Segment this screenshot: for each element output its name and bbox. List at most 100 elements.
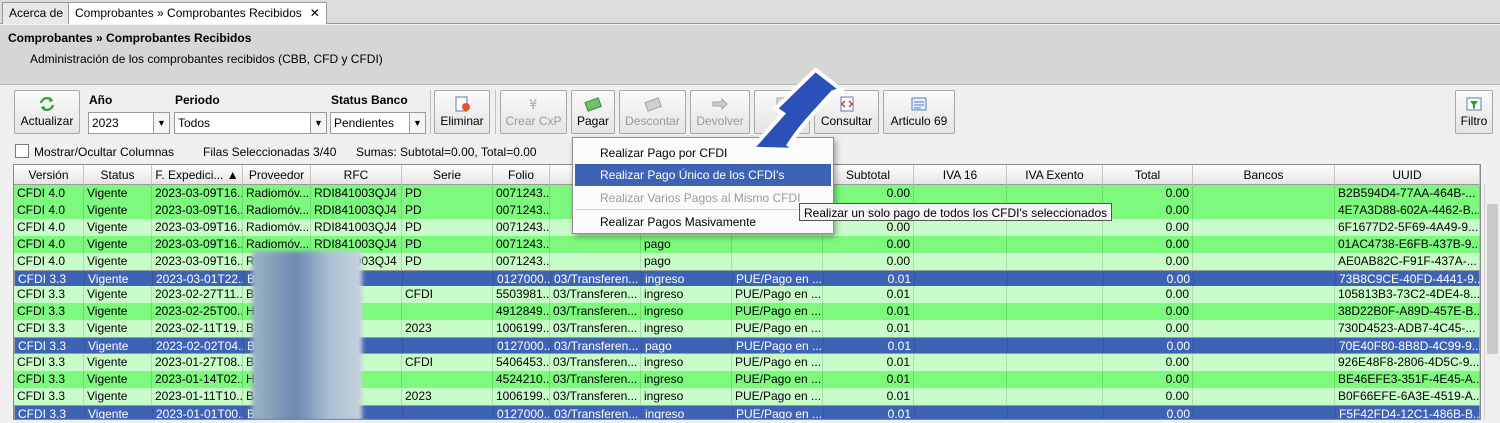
tab-comprobantes-recibidos[interactable]: Comprobantes » Comprobantes Recibidos ✕ [68, 2, 327, 24]
cell-total: 0.00 [1103, 303, 1193, 321]
cell-serie [403, 405, 494, 419]
table-row[interactable]: CFDI 3.3Vigente2023-01-11T10...B09632023… [14, 387, 1480, 405]
discount-icon [643, 97, 662, 112]
cell-subtotal: 0.01 [824, 405, 915, 419]
cell-serie: PD [402, 185, 493, 202]
cell-total: 0.00 [1103, 286, 1193, 304]
column-header-proveedor[interactable]: Proveedor [243, 165, 311, 185]
cell-forma-pago: 03/Transferen... [550, 354, 641, 371]
cell-metodo-pago: PUE/Pago en ... [733, 338, 824, 356]
cell-serie: PD [402, 218, 493, 236]
eliminar-button[interactable]: Eliminar [434, 90, 490, 134]
cell-tipo: pago [641, 235, 732, 253]
column-header-subtotal[interactable]: Subtotal [823, 165, 914, 185]
cell-uuid: B0F66EFE-6A3E-4519-A... [1335, 387, 1480, 405]
sort-ascending-icon: ▲ [226, 168, 239, 182]
cell-status: Vigente [84, 235, 152, 253]
cell-status: Vigente [84, 370, 152, 388]
cell-iva16 [915, 270, 1008, 288]
cell-serie [402, 370, 493, 388]
column-header-iva16[interactable]: IVA 16 [914, 165, 1007, 185]
cell-uuid: 70E40F80-8B8D-4C99-9... [1336, 338, 1480, 355]
cell-bancos [1193, 235, 1335, 253]
periodo-select[interactable]: Todos ▼ [174, 112, 327, 134]
cell-total: 0.00 [1103, 235, 1193, 253]
table-row[interactable]: CFDI 3.3Vigente2023-02-27T11...B236Y8CFD… [14, 286, 1480, 304]
list-icon [911, 97, 927, 111]
delete-document-icon [455, 96, 470, 112]
chevron-down-icon: ▼ [409, 113, 425, 133]
column-header-bancos[interactable]: Bancos [1193, 165, 1335, 185]
cell-fecha: 2023-03-09T16... [152, 218, 243, 236]
cell-uuid: 105813B3-73C2-4DE4-8... [1335, 286, 1480, 304]
column-header-total[interactable]: Total [1103, 165, 1193, 185]
cell-iva16 [915, 338, 1008, 356]
column-header-uuid[interactable]: UUID [1335, 165, 1480, 185]
cell-subtotal: 0.01 [823, 370, 914, 388]
cell-metodo-pago: PUE/Pago en ... [732, 387, 823, 405]
actualizar-button[interactable]: Actualizar [14, 90, 80, 134]
toolbar-separator [430, 90, 431, 134]
cell-version: CFDI 3.3 [14, 387, 84, 405]
cell-fecha: 2023-02-11T19... [152, 320, 243, 338]
cell-tipo: pago [642, 338, 733, 356]
cell-fecha: 2023-02-27T11... [152, 286, 243, 304]
cell-fecha: 2023-01-11T10... [152, 387, 243, 405]
cell-total: 0.00 [1103, 354, 1193, 371]
table-row[interactable]: CFDI 4.0Vigente2023-03-09T16...Radiomóv.… [14, 235, 1480, 253]
table-row[interactable]: CFDI 3.3Vigente2023-01-27T08...B236Y8CFD… [14, 354, 1480, 371]
column-header-version[interactable]: Versión [14, 165, 84, 185]
cell-serie: PD [402, 252, 493, 270]
cell-folio: 5503981... [493, 286, 550, 304]
cell-total: 0.00 [1103, 218, 1193, 236]
cell-rfc: RDI841003QJ4 [311, 201, 402, 219]
menu-item-pagos-masivos[interactable]: Realizar Pagos Masivamente [575, 211, 831, 233]
column-header-fecha-expedicion[interactable]: F. Expedici... ▲ [152, 165, 243, 185]
cell-tipo: ingreso [641, 354, 732, 371]
crear-cxp-button[interactable]: ¥ Crear CxP [500, 90, 567, 134]
cell-subtotal: 0.01 [823, 320, 914, 338]
column-header-status[interactable]: Status [84, 165, 152, 185]
cell-fecha: 2023-03-09T16... [152, 201, 243, 219]
column-header-rfc[interactable]: RFC [311, 165, 402, 185]
pagar-button[interactable]: Pagar [571, 90, 615, 134]
menu-item-varios-pagos[interactable]: Realizar Varios Pagos al Mismo CFDI [575, 187, 831, 209]
money-icon [584, 97, 602, 112]
filtro-button[interactable]: Filtro [1455, 90, 1493, 134]
cell-total: 0.00 [1103, 320, 1193, 338]
cell-forma-pago: 03/Transferen... [551, 270, 642, 288]
cell-metodo-pago [732, 252, 823, 270]
column-header-iva-exento[interactable]: IVA Exento [1007, 165, 1103, 185]
descontar-button[interactable]: Descontar [619, 90, 686, 134]
cell-bancos [1194, 338, 1336, 356]
cell-serie: 2023 [402, 387, 493, 405]
table-row[interactable]: CFDI 3.3Vigente2023-01-01T00...B31LJ2012… [14, 404, 1480, 419]
close-icon[interactable]: ✕ [310, 6, 320, 20]
status-banco-select[interactable]: Pendientes ▼ [330, 112, 426, 134]
scrollbar-thumb[interactable] [1487, 204, 1498, 354]
show-columns-checkbox[interactable] [15, 144, 29, 158]
vertical-scrollbar[interactable] [1484, 184, 1500, 419]
anio-select[interactable]: 2023 ▼ [88, 112, 170, 134]
cell-uuid: 38D22B0F-A89D-457E-B... [1335, 303, 1480, 321]
show-columns-label[interactable]: Mostrar/Ocultar Columnas [34, 145, 174, 159]
articulo-69-button[interactable]: Articulo 69 [883, 90, 955, 134]
column-header-folio[interactable]: Folio [493, 165, 550, 185]
column-header-serie[interactable]: Serie [402, 165, 493, 185]
cell-forma-pago [550, 235, 641, 253]
cell-version: CFDI 3.3 [15, 405, 85, 419]
table-row[interactable]: CFDI 4.0Vigente2023-03-09T16...Radiomóv.… [14, 252, 1480, 270]
table-row[interactable]: CFDI 3.3Vigente2023-02-11T19...B09632023… [14, 320, 1480, 338]
tab-acerca-de[interactable]: Acerca de [2, 2, 71, 24]
table-row[interactable]: CFDI 3.3Vigente2023-01-14T02...H25KG8452… [14, 370, 1480, 388]
cell-iva-exento [1007, 303, 1103, 321]
cell-metodo-pago: PUE/Pago en ... [733, 405, 824, 419]
cell-total: 0.00 [1103, 370, 1193, 388]
table-row[interactable]: CFDI 3.3Vigente2023-02-25T00...H25KG8491… [14, 303, 1480, 321]
cell-uuid: 4E7A3D88-602A-4462-B... [1335, 201, 1480, 219]
cell-fecha: 2023-01-01T00... [153, 405, 244, 419]
table-row[interactable]: CFDI 3.3Vigente2023-03-01T22...B31LJ2012… [14, 269, 1480, 288]
cell-iva-exento [1008, 338, 1104, 356]
table-row[interactable]: CFDI 3.3Vigente2023-02-02T04...B31LJ2012… [14, 337, 1480, 356]
menu-item-pago-unico[interactable]: Realizar Pago Único de los CFDI's [575, 164, 831, 186]
